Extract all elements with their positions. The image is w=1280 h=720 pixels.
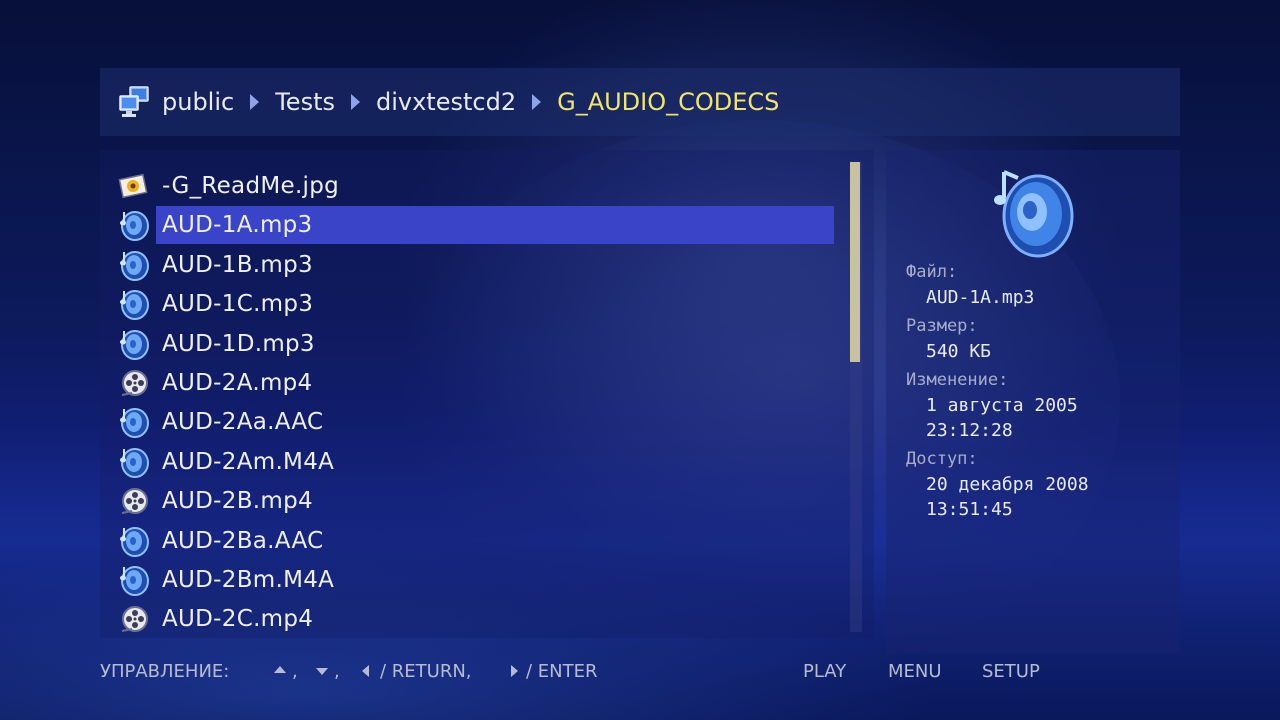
- file-name: AUD-2C.mp4: [162, 606, 314, 633]
- audio-file-icon: [118, 406, 150, 439]
- audio-file-icon: [118, 446, 150, 478]
- file-name: AUD-1B.mp3: [162, 251, 313, 278]
- file-value: AUD-1A.mp3: [926, 287, 1035, 308]
- file-name: AUD-2A.mp4: [162, 370, 313, 396]
- enter-label: / ENTER: [526, 660, 598, 682]
- file-list-item[interactable]: AUD-2Am.M4A: [118, 443, 834, 481]
- file-list-item[interactable]: AUD-1B.mp3: [118, 246, 834, 284]
- modified-label: Изменение:: [906, 370, 1009, 390]
- breadcrumb: public Tests divxtestcd2 G_AUDIO_CODECS: [100, 68, 1180, 136]
- menu-button[interactable]: MENU: [888, 661, 942, 682]
- arrow-left-icon: [362, 665, 369, 677]
- file-list-item[interactable]: AUD-1A.mp3: [118, 206, 834, 245]
- file-list-item[interactable]: AUD-2Aa.AAC: [118, 403, 834, 441]
- file-label: Файл:: [906, 262, 958, 282]
- file-list-item[interactable]: AUD-2Bm.M4A: [118, 561, 834, 599]
- play-button[interactable]: PLAY: [803, 661, 846, 682]
- audio-file-icon: [118, 564, 150, 596]
- file-name: AUD-1D.mp3: [162, 330, 315, 357]
- file-name: AUD-2Am.M4A: [162, 448, 335, 475]
- breadcrumb-item-divxtestcd2[interactable]: divxtestcd2: [376, 88, 516, 116]
- access-date: 20 декабря 2008: [926, 474, 1089, 495]
- return-label: / RETURN,: [380, 660, 472, 682]
- audio-file-icon: [118, 288, 150, 321]
- access-label: Доступ:: [906, 449, 978, 469]
- size-value: 540 КБ: [926, 341, 992, 362]
- audio-file-icon: [118, 525, 150, 557]
- image-file-icon: [118, 170, 150, 202]
- breadcrumb-item-public[interactable]: public: [162, 88, 234, 116]
- file-list-item[interactable]: AUD-1C.mp3: [118, 285, 834, 323]
- arrow-up-icon: [274, 666, 286, 673]
- breadcrumb-item-tests[interactable]: Tests: [275, 88, 335, 116]
- arrow-down-icon: [316, 668, 328, 675]
- file-name: -G_ReadMe.jpg: [162, 173, 340, 199]
- access-time: 13:51:45: [926, 499, 1013, 520]
- file-name: AUD-1C.mp3: [162, 291, 314, 318]
- setup-button[interactable]: SETUP: [982, 661, 1040, 682]
- file-name: AUD-1A.mp3: [162, 212, 313, 239]
- audio-file-icon: [118, 249, 150, 281]
- file-name: AUD-2B.mp4: [162, 488, 313, 515]
- file-list-item[interactable]: -G_ReadMe.jpg: [118, 167, 834, 205]
- scrollbar-thumb[interactable]: [850, 162, 860, 362]
- breadcrumb-item-current: G_AUDIO_CODECS: [557, 88, 780, 116]
- footer-controls: УПРАВЛЕНИЕ: , , / RETURN, / ENTER PLAY M…: [100, 658, 1180, 684]
- comma-separator: ,: [334, 660, 340, 682]
- file-list-item[interactable]: AUD-2A.mp4: [118, 364, 834, 402]
- modified-date: 1 августа 2005: [926, 395, 1078, 416]
- breadcrumb-separator-icon: [532, 94, 542, 110]
- breadcrumb-separator-icon: [350, 94, 360, 110]
- arrow-right-icon: [511, 665, 518, 677]
- file-list-item[interactable]: AUD-2Ba.AAC: [118, 522, 834, 560]
- file-name: AUD-2Bm.M4A: [162, 567, 335, 593]
- audio-file-icon: [118, 209, 150, 242]
- file-list-item[interactable]: AUD-2C.mp4: [118, 600, 834, 638]
- audio-file-icon: [118, 328, 150, 360]
- file-list: -G_ReadMe.jpg AUD-1A.mp3 AUD-1B.mp3 AUD-1C.…: [100, 150, 874, 638]
- file-list-item[interactable]: AUD-2B.mp4: [118, 482, 834, 520]
- size-label: Размер:: [906, 316, 978, 336]
- video-file-icon: [118, 485, 150, 517]
- video-file-icon: [118, 603, 150, 635]
- speaker-music-icon: [994, 170, 1074, 258]
- modified-time: 23:12:28: [926, 420, 1013, 441]
- comma-separator: ,: [292, 660, 298, 682]
- file-name: AUD-2Aa.AAC: [162, 409, 324, 436]
- breadcrumb-separator-icon: [250, 94, 260, 110]
- file-name: AUD-2Ba.AAC: [162, 527, 324, 554]
- controls-label: УПРАВЛЕНИЕ:: [100, 660, 230, 682]
- file-list-item[interactable]: AUD-1D.mp3: [118, 325, 834, 363]
- network-computer-icon: [119, 86, 149, 117]
- file-info-panel: Файл: AUD-1A.mp3 Размер: 540 КБ Изменени…: [886, 150, 1180, 653]
- scrollbar[interactable]: [850, 162, 862, 632]
- video-file-icon: [118, 367, 150, 399]
